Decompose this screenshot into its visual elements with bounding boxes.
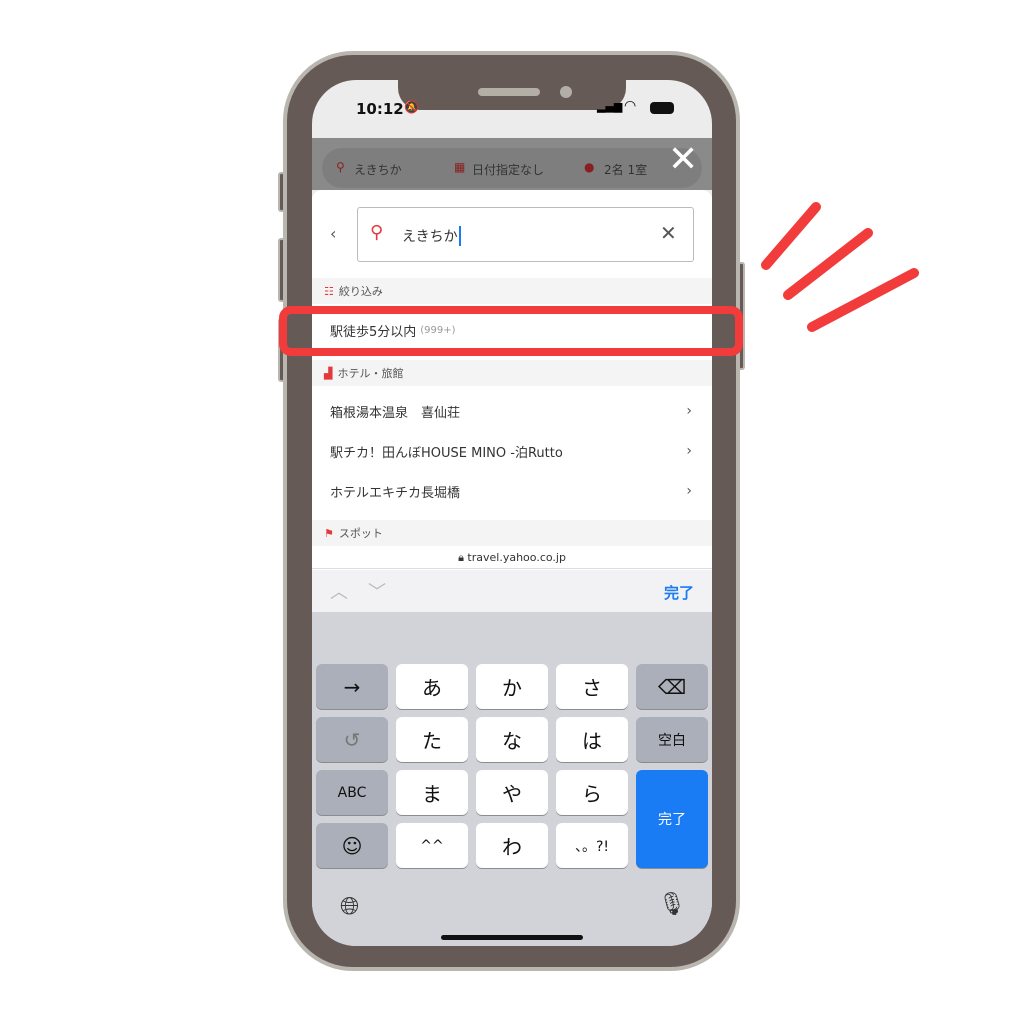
- key-space[interactable]: 空白: [636, 717, 708, 762]
- microphone-icon[interactable]: 🎙︎: [658, 892, 686, 917]
- key-na[interactable]: な: [476, 717, 548, 762]
- person-icon: ●: [584, 160, 595, 174]
- home-indicator: [441, 935, 583, 940]
- key-ma[interactable]: ま: [396, 770, 468, 815]
- key-ra[interactable]: ら: [556, 770, 628, 815]
- summary-guests: 2名 1室: [604, 163, 648, 177]
- close-icon[interactable]: ✕: [668, 140, 698, 180]
- key-abc[interactable]: ABC: [316, 770, 388, 815]
- flag-icon: ⚑: [324, 526, 334, 540]
- filter-section-header: ☷ 絞り込み: [312, 278, 712, 304]
- key-a[interactable]: あ: [396, 664, 468, 709]
- key-done[interactable]: 完了: [636, 770, 708, 868]
- hotel-item-label: 駅チカ！田んぼHOUSE MINO -泊Rutto: [330, 445, 563, 461]
- key-undo[interactable]: ↺: [316, 717, 388, 762]
- search-summary-bar: ⚲ えきちか ▦ 日付指定なし ● 2名 1室 ✕: [312, 138, 712, 190]
- chevron-right-icon: ›: [686, 443, 692, 459]
- filter-icon: ☷: [324, 284, 334, 298]
- search-value: えきちか: [402, 226, 461, 246]
- key-ka[interactable]: か: [476, 664, 548, 709]
- key-ha[interactable]: は: [556, 717, 628, 762]
- signal-icon: ▂▄▆: [597, 100, 623, 113]
- search-input[interactable]: ⚲ えきちか ✕: [357, 207, 694, 262]
- spots-section-header: ⚑ スポット: [312, 520, 712, 546]
- summary-date: 日付指定なし: [472, 163, 545, 177]
- done-button[interactable]: 完了: [664, 582, 694, 603]
- hotel-item[interactable]: 駅チカ！田んぼHOUSE MINO -泊Rutto ›: [312, 431, 712, 471]
- filter-header-label: 絞り込み: [338, 285, 383, 298]
- highlight-annotation: [279, 306, 743, 356]
- clear-icon[interactable]: ✕: [660, 221, 677, 245]
- chevron-right-icon: ›: [686, 483, 692, 499]
- key-wa[interactable]: わ: [476, 823, 548, 868]
- hotel-item[interactable]: ホテルエキチカ長堀橋 ›: [312, 471, 712, 511]
- hotels-section-header: ▟ ホテル・旅館: [312, 360, 712, 386]
- emphasis-line: [783, 228, 873, 300]
- url-text: travel.yahoo.co.jp: [467, 551, 566, 564]
- search-sheet: ‹ ⚲ えきちか ✕ ☷ 絞り込み 駅徒歩5分以内 (999+) ▟ ホテル・旅館 箱…: [312, 190, 712, 570]
- key-punctuation[interactable]: 、。?!: [556, 823, 628, 868]
- key-sa[interactable]: さ: [556, 664, 628, 709]
- emphasis-line: [761, 202, 821, 270]
- wifi-icon: ◠: [624, 98, 637, 114]
- key-ta[interactable]: た: [396, 717, 468, 762]
- status-time: 10:12: [356, 100, 404, 118]
- battery-icon: [650, 102, 674, 114]
- form-accessory-bar: ︿ ﹀ 完了: [312, 570, 712, 612]
- hotel-item-label: 箱根湯本温泉 喜仙荘: [330, 405, 461, 421]
- notch: [398, 80, 626, 110]
- next-field-icon[interactable]: ﹀: [368, 578, 386, 604]
- hotel-item-label: ホテルエキチカ長堀橋: [330, 485, 461, 501]
- back-chevron-icon[interactable]: ‹: [330, 224, 336, 243]
- url-bar[interactable]: 🔒︎ travel.yahoo.co.jp: [312, 547, 712, 569]
- screen: 10:12 🔕 ▂▄▆ ◠ ⚲ えきちか ▦ 日付指定なし ● 2名 1室 ✕ …: [312, 80, 712, 946]
- emphasis-lines-annotation: [761, 202, 919, 332]
- hotel-item[interactable]: 箱根湯本温泉 喜仙荘 ›: [312, 391, 712, 431]
- hotels-header-label: ホテル・旅館: [337, 367, 404, 380]
- chevron-right-icon: ›: [686, 403, 692, 419]
- key-kaomoji[interactable]: ^^: [396, 823, 468, 868]
- search-icon: ⚲: [336, 160, 345, 174]
- key-emoji[interactable]: ☺: [316, 823, 388, 868]
- keyboard: → あ か さ ⌫ ↺ た な は 空白 ABC ま や ら 完了 ☺ ^^ わ…: [312, 612, 712, 946]
- key-backspace[interactable]: ⌫: [636, 664, 708, 709]
- key-next[interactable]: →: [316, 664, 388, 709]
- previous-field-icon[interactable]: ︿: [330, 578, 348, 604]
- hotel-icon: ▟: [324, 366, 333, 380]
- spots-header-label: スポット: [338, 527, 383, 540]
- calendar-icon: ▦: [454, 160, 466, 174]
- mute-icon: 🔕: [404, 100, 419, 114]
- globe-icon[interactable]: 🌐︎: [340, 892, 359, 920]
- search-summary-pill[interactable]: ⚲ えきちか ▦ 日付指定なし ● 2名 1室: [322, 148, 702, 188]
- summary-keyword: えきちか: [354, 163, 402, 177]
- emphasis-line: [807, 268, 919, 332]
- search-icon: ⚲: [370, 222, 384, 243]
- key-ya[interactable]: や: [476, 770, 548, 815]
